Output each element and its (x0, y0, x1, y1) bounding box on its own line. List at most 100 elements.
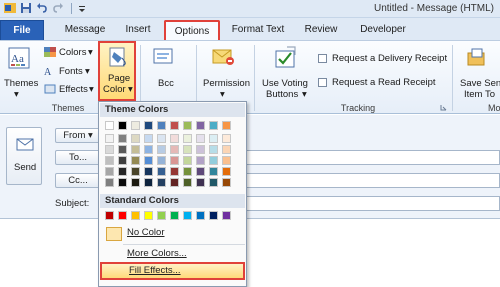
theme-color-swatch[interactable] (222, 121, 231, 130)
standard-color-swatch[interactable] (196, 211, 205, 220)
theme-color-swatch[interactable] (157, 145, 166, 154)
standard-color-swatch[interactable] (222, 211, 231, 220)
themes-button[interactable]: Themes (4, 78, 38, 89)
theme-color-swatch[interactable] (196, 121, 205, 130)
theme-color-swatch[interactable] (118, 145, 127, 154)
theme-color-swatch[interactable] (105, 156, 114, 165)
undo-icon[interactable] (36, 2, 48, 14)
theme-color-swatch[interactable] (170, 167, 179, 176)
theme-color-swatch[interactable] (209, 178, 218, 187)
tab-file[interactable]: File (0, 20, 44, 40)
theme-color-swatch[interactable] (131, 156, 140, 165)
redo-icon[interactable] (52, 2, 64, 14)
theme-color-swatch[interactable] (105, 121, 114, 130)
more-colors-item[interactable]: More Colors... (100, 245, 245, 263)
tab-review[interactable]: Review (298, 20, 344, 40)
page-color-button[interactable]: Page Color ▾ (98, 41, 136, 101)
theme-color-swatch[interactable] (118, 121, 127, 130)
theme-color-swatch[interactable] (222, 134, 231, 143)
standard-color-swatch[interactable] (118, 211, 127, 220)
tab-options[interactable]: Options (164, 20, 220, 40)
voting-dropdown-arrow[interactable]: ▾ (302, 89, 307, 100)
colors-dropdown-arrow[interactable]: ▾ (88, 47, 93, 58)
theme-color-swatch[interactable] (183, 178, 192, 187)
theme-color-swatch[interactable] (170, 178, 179, 187)
theme-color-swatch[interactable] (170, 134, 179, 143)
theme-color-swatch[interactable] (209, 145, 218, 154)
effects-button[interactable]: Effects (59, 84, 88, 95)
tab-format-text[interactable]: Format Text (228, 20, 288, 40)
theme-color-swatch[interactable] (105, 167, 114, 176)
dialog-launcher-icon[interactable] (440, 104, 447, 111)
theme-color-swatch[interactable] (222, 145, 231, 154)
standard-color-swatch[interactable] (144, 211, 153, 220)
theme-color-swatch[interactable] (183, 156, 192, 165)
to-button[interactable]: To... (55, 150, 101, 165)
read-receipt-checkbox[interactable] (318, 78, 327, 87)
standard-color-swatch[interactable] (157, 211, 166, 220)
theme-color-swatch[interactable] (131, 134, 140, 143)
delivery-receipt-label[interactable]: Request a Delivery Receipt (332, 53, 447, 64)
theme-color-swatch[interactable] (144, 178, 153, 187)
standard-color-swatch[interactable] (183, 211, 192, 220)
standard-color-swatch[interactable] (105, 211, 114, 220)
theme-color-swatch[interactable] (170, 145, 179, 154)
theme-color-swatch[interactable] (196, 167, 205, 176)
voting-buttons-label-2[interactable]: Buttons (266, 89, 298, 100)
standard-color-swatch[interactable] (131, 211, 140, 220)
voting-buttons-label[interactable]: Use Voting (262, 78, 308, 89)
from-button[interactable]: From ▾ (55, 128, 101, 143)
theme-color-swatch[interactable] (183, 167, 192, 176)
theme-color-swatch[interactable] (118, 178, 127, 187)
tab-developer[interactable]: Developer (354, 20, 412, 40)
theme-color-swatch[interactable] (131, 145, 140, 154)
customize-icon[interactable] (76, 2, 88, 14)
delivery-receipt-checkbox[interactable] (318, 54, 327, 63)
theme-color-swatch[interactable] (105, 145, 114, 154)
standard-color-swatch[interactable] (209, 211, 218, 220)
fonts-dropdown-arrow[interactable]: ▾ (85, 66, 90, 77)
theme-color-swatch[interactable] (157, 121, 166, 130)
theme-color-swatch[interactable] (131, 167, 140, 176)
theme-color-swatch[interactable] (144, 121, 153, 130)
permission-dropdown-arrow[interactable]: ▾ (220, 89, 225, 100)
themes-dropdown-arrow[interactable]: ▾ (14, 89, 19, 100)
theme-color-swatch[interactable] (105, 134, 114, 143)
theme-color-swatch[interactable] (118, 134, 127, 143)
theme-color-swatch[interactable] (209, 121, 218, 130)
theme-color-swatch[interactable] (222, 167, 231, 176)
theme-color-swatch[interactable] (157, 156, 166, 165)
cc-button[interactable]: Cc... (55, 173, 101, 188)
fonts-button[interactable]: Fonts (59, 66, 83, 77)
theme-color-swatch[interactable] (144, 145, 153, 154)
theme-color-swatch[interactable] (118, 156, 127, 165)
to-field[interactable] (245, 150, 500, 165)
save-icon[interactable] (20, 2, 32, 14)
save-sent-item-label-2[interactable]: Item To (464, 89, 495, 100)
theme-color-swatch[interactable] (118, 167, 127, 176)
theme-color-swatch[interactable] (144, 167, 153, 176)
theme-color-swatch[interactable] (196, 178, 205, 187)
no-color-item[interactable]: No Color (100, 224, 245, 242)
bcc-button[interactable]: Bcc (158, 78, 174, 89)
theme-color-swatch[interactable] (144, 156, 153, 165)
theme-color-swatch[interactable] (196, 134, 205, 143)
effects-dropdown-arrow[interactable]: ▾ (89, 84, 94, 95)
standard-color-swatch[interactable] (170, 211, 179, 220)
colors-button[interactable]: Colors (59, 47, 86, 58)
theme-color-swatch[interactable] (170, 156, 179, 165)
theme-color-swatch[interactable] (209, 167, 218, 176)
permission-button[interactable]: Permission (203, 78, 250, 89)
theme-color-swatch[interactable] (157, 167, 166, 176)
theme-color-swatch[interactable] (183, 145, 192, 154)
theme-color-swatch[interactable] (222, 178, 231, 187)
theme-color-swatch[interactable] (131, 121, 140, 130)
theme-color-swatch[interactable] (157, 134, 166, 143)
theme-color-swatch[interactable] (183, 134, 192, 143)
theme-color-swatch[interactable] (183, 121, 192, 130)
cc-field[interactable] (245, 173, 500, 188)
theme-color-swatch[interactable] (222, 156, 231, 165)
theme-color-swatch[interactable] (157, 178, 166, 187)
tab-insert[interactable]: Insert (118, 20, 158, 40)
read-receipt-label[interactable]: Request a Read Receipt (332, 77, 436, 88)
